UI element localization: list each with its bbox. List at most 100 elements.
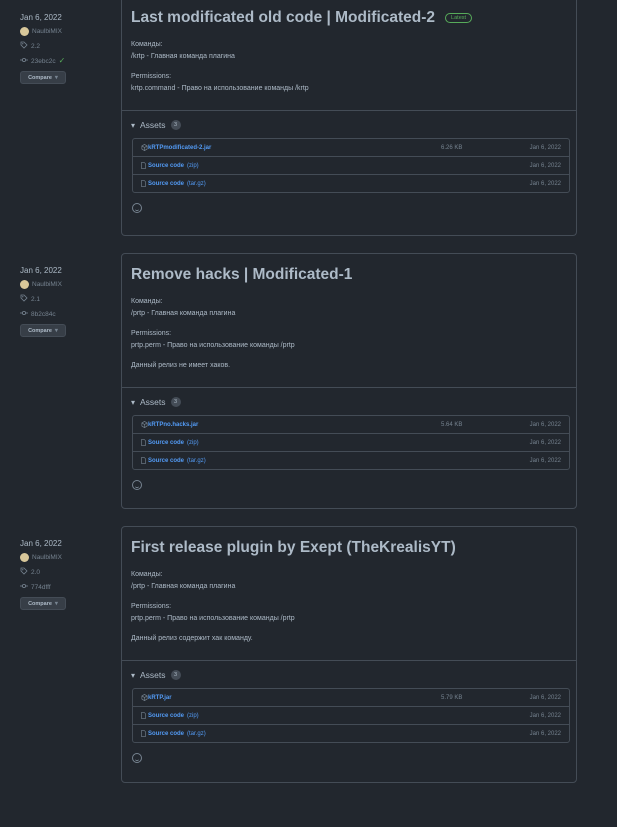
- release-author[interactable]: NaulbiMIX: [20, 280, 115, 289]
- asset-row: Source code (zip) Jan 6, 2022: [133, 706, 569, 724]
- release-commit[interactable]: 774dfff: [20, 582, 115, 592]
- asset-name[interactable]: Source code: [148, 731, 184, 737]
- author-name[interactable]: NaulbiMIX: [32, 281, 62, 288]
- add-reaction-icon[interactable]: [132, 480, 142, 490]
- divider: [122, 387, 576, 388]
- asset-link[interactable]: kRTPmodificated-2.jar: [141, 144, 211, 151]
- asset-name[interactable]: Source code: [148, 440, 184, 446]
- asset-name[interactable]: kRTP.jar: [148, 695, 172, 701]
- commit-hash[interactable]: 774dfff: [31, 584, 51, 591]
- release-title-link[interactable]: Last modificated old code | Modificated-…: [131, 9, 435, 27]
- commit-hash[interactable]: 8b2c84c: [31, 311, 56, 318]
- triangle-down-icon[interactable]: ▾: [131, 671, 135, 680]
- tag-name[interactable]: 2.2: [31, 43, 40, 50]
- assets-count: 3: [170, 120, 181, 130]
- asset-link[interactable]: kRTP.jar: [141, 694, 172, 701]
- asset-name[interactable]: kRTPno.hacks.jar: [148, 422, 198, 428]
- commit-hash[interactable]: 23ebc2c: [31, 58, 56, 65]
- chevron-down-icon: ▾: [54, 328, 58, 334]
- tag-icon: [20, 41, 28, 51]
- asset-name[interactable]: Source code: [148, 458, 184, 464]
- asset-date: Jan 6, 2022: [529, 439, 561, 446]
- command-line: /prtp - Главная команда плагина: [131, 310, 236, 317]
- permission-line: prtp.perm - Право на использование коман…: [131, 615, 295, 622]
- commit-icon: [20, 56, 28, 66]
- add-reaction-icon[interactable]: [132, 203, 142, 213]
- release-commit[interactable]: 23ebc2c ✓: [20, 56, 115, 66]
- assets-label[interactable]: Assets: [140, 670, 166, 680]
- compare-button[interactable]: Compare ▾: [20, 324, 66, 337]
- asset-link[interactable]: kRTPno.hacks.jar: [141, 421, 198, 428]
- triangle-down-icon[interactable]: ▾: [131, 398, 135, 407]
- release-sidebar: Jan 6, 2022 NaulbiMIX 2.2 23ebc2c ✓ Compare ▾: [20, 10, 115, 84]
- release-note: Данный релиз содержит хак команду.: [131, 635, 253, 642]
- asset-link[interactable]: Source code (zip): [141, 162, 199, 169]
- release-tag[interactable]: 2.1: [20, 294, 115, 304]
- release-title-link[interactable]: First release plugin by Exept (TheKreali…: [131, 539, 456, 557]
- asset-link[interactable]: Source code (zip): [141, 439, 199, 446]
- asset-link[interactable]: Source code (tar.gz): [141, 457, 206, 464]
- avatar[interactable]: [20, 27, 29, 36]
- asset-format[interactable]: (zip): [187, 713, 199, 719]
- tag-name[interactable]: 2.1: [31, 296, 40, 303]
- asset-name[interactable]: Source code: [148, 163, 184, 169]
- asset-name[interactable]: kRTPmodificated-2.jar: [148, 145, 211, 151]
- asset-row: kRTP.jar 5.79 KB Jan 6, 2022: [133, 689, 569, 706]
- avatar[interactable]: [20, 280, 29, 289]
- compare-label: Compare: [28, 74, 52, 81]
- avatar[interactable]: [20, 553, 29, 562]
- release-title-link[interactable]: Remove hacks | Modificated-1: [131, 266, 352, 284]
- asset-name[interactable]: Source code: [148, 713, 184, 719]
- asset-row: Source code (tar.gz) Jan 6, 2022: [133, 451, 569, 469]
- asset-format[interactable]: (tar.gz): [187, 181, 206, 187]
- command-line: /krtp - Главная команда плагина: [131, 53, 235, 60]
- release-author[interactable]: NaulbiMIX: [20, 27, 115, 36]
- author-name[interactable]: NaulbiMIX: [32, 554, 62, 561]
- compare-label: Compare: [28, 327, 52, 334]
- commands-heading: Команды:: [131, 298, 163, 305]
- asset-format[interactable]: (zip): [187, 440, 199, 446]
- file-zip-icon: [141, 162, 147, 169]
- asset-size: 5.64 KB: [441, 421, 463, 428]
- release-commit[interactable]: 8b2c84c: [20, 309, 115, 319]
- commands-heading: Команды:: [131, 41, 163, 48]
- asset-name[interactable]: Source code: [148, 181, 184, 187]
- asset-format[interactable]: (zip): [187, 163, 199, 169]
- release-date: Jan 6, 2022: [20, 13, 62, 22]
- author-name[interactable]: NaulbiMIX: [32, 28, 62, 35]
- assets-toggle[interactable]: ▾ Assets 3: [122, 397, 576, 407]
- compare-button[interactable]: Compare ▾: [20, 597, 66, 610]
- latest-badge: Latest: [445, 13, 473, 23]
- triangle-down-icon[interactable]: ▾: [131, 121, 135, 130]
- assets-label[interactable]: Assets: [140, 120, 166, 130]
- permissions-heading: Permissions:: [131, 73, 172, 80]
- package-icon: [141, 144, 148, 151]
- file-zip-icon: [141, 730, 147, 737]
- asset-format[interactable]: (tar.gz): [187, 458, 206, 464]
- add-reaction-icon[interactable]: [132, 753, 142, 763]
- asset-row: Source code (tar.gz) Jan 6, 2022: [133, 174, 569, 192]
- divider: [122, 110, 576, 111]
- asset-link[interactable]: Source code (tar.gz): [141, 180, 206, 187]
- assets-toggle[interactable]: ▾ Assets 3: [122, 120, 576, 130]
- release-body: First release plugin by Exept (TheKreali…: [122, 539, 576, 645]
- release-date: Jan 6, 2022: [20, 539, 62, 548]
- release-sidebar: Jan 6, 2022 NaulbiMIX 2.0 774dfff Compare ▾: [20, 536, 115, 610]
- asset-format[interactable]: (tar.gz): [187, 731, 206, 737]
- file-zip-icon: [141, 180, 147, 187]
- release-description: Команды: /prtp - Главная команда плагина P…: [131, 569, 567, 645]
- commit-icon: [20, 582, 28, 592]
- asset-date: Jan 6, 2022: [529, 694, 561, 701]
- release-tag[interactable]: 2.2: [20, 41, 115, 51]
- release-card: Remove hacks | Modificated-1 Команды: /prt…: [121, 253, 577, 509]
- compare-button[interactable]: Compare ▾: [20, 71, 66, 84]
- release-sidebar: Jan 6, 2022 NaulbiMIX 2.1 8b2c84c Compare ▾: [20, 263, 115, 337]
- asset-link[interactable]: Source code (zip): [141, 712, 199, 719]
- assets-label[interactable]: Assets: [140, 397, 166, 407]
- tag-name[interactable]: 2.0: [31, 569, 40, 576]
- asset-link[interactable]: Source code (tar.gz): [141, 730, 206, 737]
- chevron-down-icon: ▾: [54, 75, 58, 81]
- release-author[interactable]: NaulbiMIX: [20, 553, 115, 562]
- assets-toggle[interactable]: ▾ Assets 3: [122, 670, 576, 680]
- release-tag[interactable]: 2.0: [20, 567, 115, 577]
